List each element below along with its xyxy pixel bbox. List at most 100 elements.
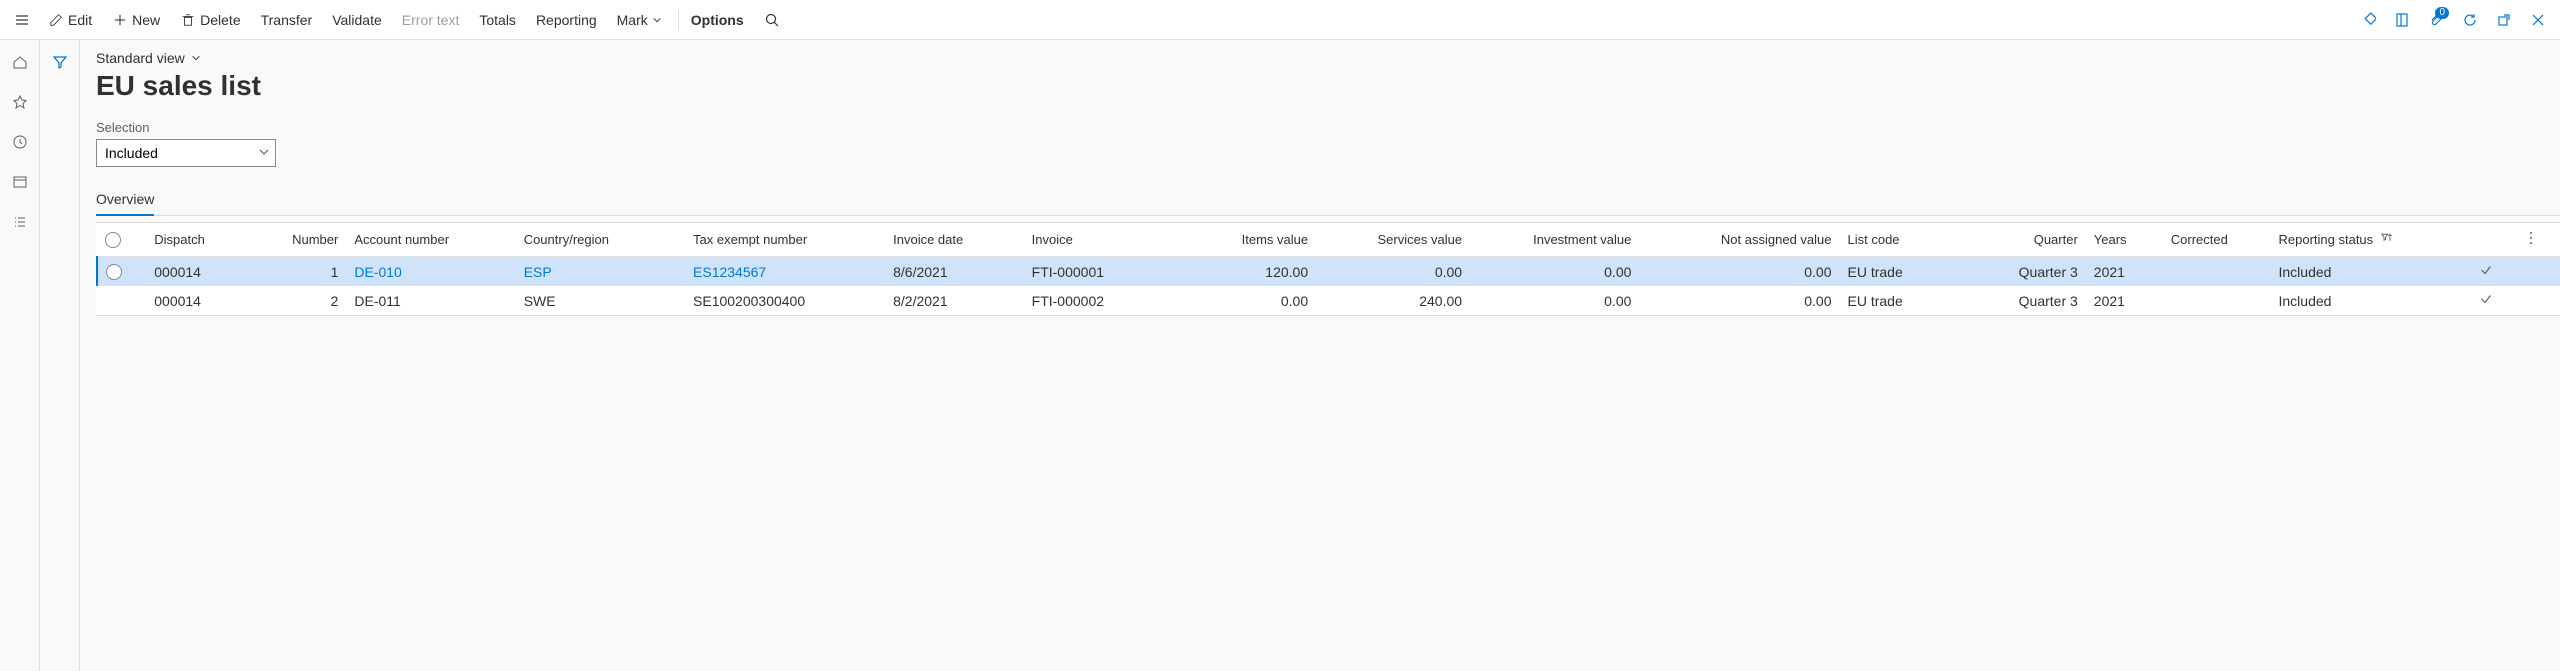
- cell-services-value: 240.00: [1316, 286, 1470, 315]
- cell-country-region[interactable]: ESP: [516, 257, 685, 287]
- popout-button[interactable]: [2490, 6, 2518, 34]
- cell-status-check: [2455, 257, 2517, 287]
- col-investment-value[interactable]: Investment value: [1470, 223, 1639, 257]
- edit-button[interactable]: Edit: [40, 4, 100, 36]
- check-icon: [2479, 292, 2493, 306]
- col-not-assigned-value[interactable]: Not assigned value: [1639, 223, 1839, 257]
- diamond-icon: [2360, 12, 2376, 28]
- error-text-button: Error text: [394, 4, 468, 36]
- totals-button[interactable]: Totals: [471, 4, 524, 36]
- cell-reporting-status: Included: [2271, 257, 2456, 287]
- toolbar-right: 0: [2354, 6, 2552, 34]
- col-invoice[interactable]: Invoice: [1024, 223, 1178, 257]
- selection-label: Selection: [96, 120, 2560, 135]
- col-dispatch[interactable]: Dispatch: [146, 223, 254, 257]
- cell-tax-exempt-number[interactable]: ES1234567: [685, 257, 885, 287]
- close-icon: [2530, 12, 2546, 28]
- col-items-value[interactable]: Items value: [1178, 223, 1317, 257]
- cell-dispatch: 000014: [146, 257, 254, 287]
- cell-services-value: 0.00: [1316, 257, 1470, 287]
- transfer-button[interactable]: Transfer: [253, 4, 321, 36]
- cell-invoice-date: 8/6/2021: [885, 257, 1024, 287]
- office-button[interactable]: [2388, 6, 2416, 34]
- search-button[interactable]: [756, 4, 788, 36]
- cell-not-assigned-value: 0.00: [1639, 257, 1839, 287]
- cell-items-value: 0.00: [1178, 286, 1317, 315]
- col-country-region[interactable]: Country/region: [516, 223, 685, 257]
- col-invoice-date[interactable]: Invoice date: [885, 223, 1024, 257]
- row-radio[interactable]: [106, 264, 122, 280]
- filter-toggle[interactable]: [46, 48, 74, 76]
- table-row[interactable]: 0000142DE-011SWESE1002003004008/2/2021FT…: [97, 286, 2560, 315]
- delete-button[interactable]: Delete: [172, 4, 248, 36]
- col-years[interactable]: Years: [2086, 223, 2163, 257]
- rail-recents[interactable]: [6, 128, 34, 156]
- options-label: Options: [691, 12, 744, 28]
- validate-button[interactable]: Validate: [324, 4, 390, 36]
- error-text-label: Error text: [402, 12, 460, 28]
- view-selector-label: Standard view: [96, 50, 185, 66]
- cell-account-number[interactable]: DE-010: [346, 257, 515, 287]
- chevron-down-icon: [652, 12, 662, 28]
- cell-number: 2: [254, 286, 346, 315]
- view-selector[interactable]: Standard view: [96, 50, 201, 66]
- action-pane: Edit New Delete Transfer Validate Error …: [0, 0, 2560, 40]
- mark-menu[interactable]: Mark: [609, 4, 670, 36]
- rail-workspaces[interactable]: [6, 168, 34, 196]
- col-services-value[interactable]: Services value: [1316, 223, 1470, 257]
- col-quarter[interactable]: Quarter: [1963, 223, 2086, 257]
- selection-dropdown[interactable]: Included: [96, 139, 276, 167]
- col-select-all[interactable]: [97, 223, 146, 257]
- cell-quarter: Quarter 3: [1963, 257, 2086, 287]
- row-select[interactable]: [97, 286, 146, 315]
- home-icon: [12, 54, 28, 70]
- cell-list-code: EU trade: [1840, 286, 1963, 315]
- reporting-button[interactable]: Reporting: [528, 4, 605, 36]
- chevron-down-icon: [191, 50, 201, 66]
- close-button[interactable]: [2524, 6, 2552, 34]
- hamburger-button[interactable]: [8, 4, 36, 36]
- attachments-count: 0: [2435, 7, 2449, 19]
- col-account-number[interactable]: Account number: [346, 223, 515, 257]
- cell-investment-value: 0.00: [1470, 257, 1639, 287]
- cell-tax-exempt-number[interactable]: SE100200300400: [685, 286, 885, 315]
- col-corrected-check: [2455, 223, 2517, 257]
- tab-overview-label: Overview: [96, 191, 154, 207]
- refresh-button[interactable]: [2456, 6, 2484, 34]
- cell-reporting-status: Included: [2271, 286, 2456, 315]
- clock-icon: [12, 134, 28, 150]
- filter-sort-icon[interactable]: [2381, 232, 2393, 247]
- col-more[interactable]: [2517, 223, 2560, 257]
- rail-modules[interactable]: [6, 208, 34, 236]
- col-list-code[interactable]: List code: [1840, 223, 1963, 257]
- pin-button[interactable]: [2354, 6, 2382, 34]
- modules-icon: [12, 214, 28, 230]
- col-tax-exempt-number[interactable]: Tax exempt number: [685, 223, 885, 257]
- col-corrected[interactable]: Corrected: [2163, 223, 2271, 257]
- rail-home[interactable]: [6, 48, 34, 76]
- more-vertical-icon: [2525, 231, 2537, 245]
- options-button[interactable]: Options: [683, 4, 752, 36]
- cell-account-number[interactable]: DE-011: [346, 286, 515, 315]
- cell-more: [2517, 257, 2560, 287]
- attachments-button[interactable]: 0: [2422, 6, 2450, 34]
- cell-status-check: [2455, 286, 2517, 315]
- rail-favorites[interactable]: [6, 88, 34, 116]
- cell-more: [2517, 286, 2560, 315]
- col-reporting-status[interactable]: Reporting status: [2271, 223, 2456, 257]
- row-select[interactable]: [97, 257, 146, 287]
- cell-items-value: 120.00: [1178, 257, 1317, 287]
- select-all-radio[interactable]: [105, 232, 121, 248]
- check-icon: [2479, 263, 2493, 277]
- reporting-label: Reporting: [536, 12, 597, 28]
- grid: Dispatch Number Account number Country/r…: [96, 222, 2560, 316]
- table-row[interactable]: 0000141DE-010ESPES12345678/6/2021FTI-000…: [97, 257, 2560, 287]
- cell-corrected: [2163, 286, 2271, 315]
- new-button[interactable]: New: [104, 4, 168, 36]
- page-title: EU sales list: [96, 70, 2560, 102]
- cell-country-region[interactable]: SWE: [516, 286, 685, 315]
- new-label: New: [132, 12, 160, 28]
- tab-overview[interactable]: Overview: [96, 185, 154, 215]
- totals-label: Totals: [479, 12, 516, 28]
- col-number[interactable]: Number: [254, 223, 346, 257]
